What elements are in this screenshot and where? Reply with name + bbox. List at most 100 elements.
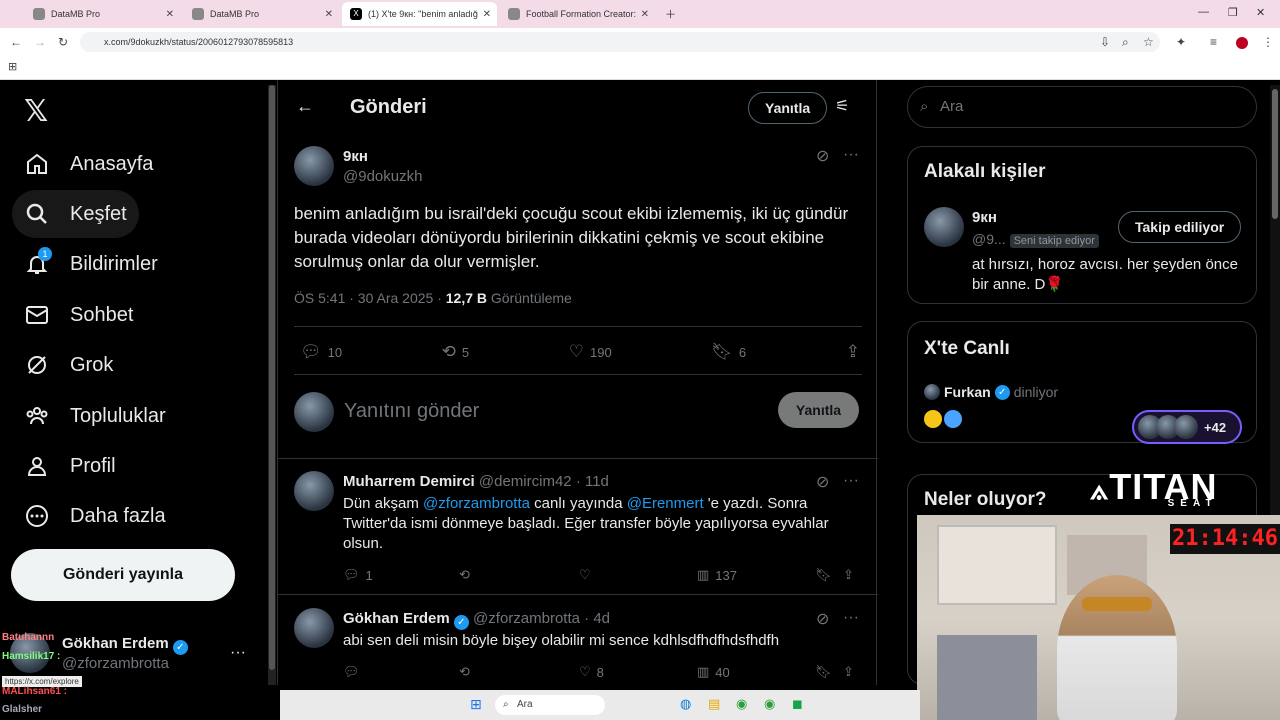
bookmark-icon[interactable]: 🔖︎ <box>815 664 832 680</box>
sidebar-item-profile[interactable]: Profil <box>12 442 128 490</box>
mention-link[interactable]: @Erenmert <box>627 495 704 512</box>
back-arrow-icon[interactable]: ← <box>10 35 22 49</box>
window-close-icon[interactable]: ✕ <box>1256 6 1265 19</box>
following-button[interactable]: Takip ediliyor <box>1118 211 1242 243</box>
like-action[interactable]: ♡ 8 <box>579 664 604 680</box>
sidebar-item-communities[interactable]: Topluluklar <box>12 392 178 440</box>
share-icon[interactable]: ⇪ <box>843 664 854 680</box>
sidebar-item-notifications[interactable]: 1 Bildirimler <box>12 240 170 288</box>
folder-icon[interactable]: ▤ <box>708 696 720 712</box>
reply-header-button[interactable]: Yanıtla <box>748 92 828 124</box>
profile-avatar[interactable] <box>1236 37 1248 49</box>
zoom-icon[interactable]: ⌕ <box>1122 35 1129 50</box>
chrome-icon[interactable]: ◉ <box>736 696 747 712</box>
x-logo-icon[interactable]: 𝕏 <box>24 94 48 129</box>
chrome-profile-icon[interactable]: ◉ <box>764 696 775 712</box>
like-action[interactable]: ♡ 190 <box>569 342 612 362</box>
more-dots-icon[interactable]: ··· <box>843 609 859 627</box>
live-listeners[interactable]: +42 <box>1132 410 1242 444</box>
bookmark-icon[interactable]: 🔖︎ <box>815 567 832 583</box>
sidebar-item-home[interactable]: Anasayfa <box>12 140 165 188</box>
minimize-icon[interactable]: — <box>1198 6 1209 18</box>
browser-tab[interactable]: DataMB Pro ✕ <box>25 2 180 26</box>
reply-action[interactable]: 💬︎ 1 <box>343 567 373 583</box>
reload-icon[interactable]: ↻ <box>58 35 68 49</box>
media-icon[interactable]: ≡ <box>1210 35 1217 49</box>
grok-icon[interactable]: ⊘ <box>816 609 829 629</box>
reaction-dot <box>924 410 942 428</box>
sidebar-item-more[interactable]: Daha fazla <box>12 492 178 540</box>
avatar[interactable] <box>294 471 334 511</box>
card-title: Neler oluyor? <box>924 489 1047 510</box>
edge-icon[interactable]: ◍ <box>680 696 691 712</box>
bookmark-star-icon[interactable]: ☆ <box>1143 35 1154 49</box>
reply-author-name[interactable]: Muharrem Demirci <box>343 473 475 490</box>
address-bar[interactable]: x.com/9dokuzkh/status/200601279307859581… <box>80 32 1160 52</box>
user-name[interactable]: 9кн <box>972 209 997 226</box>
tweet-timestamp[interactable]: ÖS 5:41 · 30 Ara 2025 · <box>294 290 446 306</box>
apps-grid-icon[interactable]: ⊞ <box>8 60 17 73</box>
retweet-action[interactable]: ⟲ <box>459 664 470 680</box>
reply-author-handle[interactable]: @zforzambrotta <box>473 610 580 627</box>
grok-icon[interactable]: ⊘ <box>816 146 829 166</box>
browser-tab[interactable]: Football Formation Creator: Re ✕ <box>500 2 655 26</box>
back-arrow-icon[interactable]: ← <box>296 96 314 117</box>
taskbar-search[interactable]: ⌕ Ara <box>495 695 605 715</box>
reaction-dot <box>944 410 962 428</box>
reply-input[interactable]: Yanıtını gönder <box>344 400 479 423</box>
mention-link[interactable]: @zforzambrotta <box>423 495 530 512</box>
install-icon[interactable]: ⇩ <box>1100 35 1110 49</box>
views-action[interactable]: ▥ 40 <box>697 664 730 680</box>
more-icon <box>24 503 50 529</box>
sidebar-item-explore[interactable]: Keşfet <box>12 190 139 238</box>
bookmark-action[interactable]: 🔖︎ 6 <box>711 342 746 362</box>
browser-menu-icon[interactable]: ⋮ <box>1262 35 1274 49</box>
retweet-action[interactable]: ⟲ 5 <box>442 342 469 362</box>
browser-tab[interactable]: DataMB Pro ✕ <box>184 2 339 26</box>
tweet-author-handle[interactable]: @9dokuzkh <box>343 168 422 185</box>
grok-icon[interactable]: ⊘ <box>816 472 829 492</box>
communities-icon <box>24 403 50 429</box>
app-icon[interactable]: ◼ <box>792 696 803 712</box>
sidebar-scrollbar[interactable] <box>268 85 276 685</box>
tab-close-icon[interactable]: ✕ <box>166 9 174 20</box>
share-icon[interactable]: ⇪ <box>843 567 854 583</box>
live-host[interactable]: Furkan ✓ dinliyor <box>924 384 1058 400</box>
filter-icon[interactable]: ⚟ <box>835 96 849 116</box>
tab-close-icon[interactable]: ✕ <box>483 9 491 20</box>
browser-tab-active[interactable]: X (1) X'te 9кн: "benim anladığım ✕ <box>342 2 497 26</box>
retweet-action[interactable]: ⟲ <box>459 567 470 583</box>
more-dots-icon[interactable]: ··· <box>843 472 859 490</box>
tweet-author-name[interactable]: 9кн <box>343 148 368 165</box>
verified-icon: ✓ <box>453 615 469 630</box>
new-tab-icon[interactable]: ＋ <box>665 6 676 22</box>
tab-close-icon[interactable]: ✕ <box>325 9 333 20</box>
maximize-icon[interactable]: ❐ <box>1228 6 1238 19</box>
like-action[interactable]: ♡ <box>579 567 591 583</box>
reply-action[interactable]: 💬︎ 10 <box>300 342 342 362</box>
more-dots-icon[interactable]: ··· <box>230 644 246 662</box>
avatar[interactable] <box>924 207 964 247</box>
forward-arrow-icon[interactable]: → <box>34 35 46 49</box>
windows-start-icon[interactable]: ⊞ <box>470 696 482 713</box>
tweet-text: benim anladığım bu israil'deki çocuğu sc… <box>294 204 849 271</box>
sidebar-item-messages[interactable]: Sohbet <box>12 291 145 339</box>
avatar <box>294 392 334 432</box>
reply-action[interactable]: 💬︎ <box>343 664 360 680</box>
reply-submit-button[interactable]: Yanıtla <box>778 392 859 428</box>
views-action[interactable]: ▥ 137 <box>697 567 737 583</box>
tab-close-icon[interactable]: ✕ <box>641 9 649 20</box>
reply-author-name[interactable]: Gökhan Erdem <box>343 610 450 627</box>
avatar[interactable] <box>294 146 334 186</box>
reply-time[interactable]: · 4d <box>584 610 610 627</box>
more-dots-icon[interactable]: ··· <box>843 146 859 164</box>
extensions-icon[interactable]: ✦ <box>1176 35 1186 49</box>
sidebar-item-grok[interactable]: Grok <box>12 341 125 389</box>
search-input[interactable]: ⌕ Ara <box>907 86 1257 128</box>
post-button[interactable]: Gönderi yayınla <box>11 549 235 601</box>
share-icon[interactable]: ⇪ <box>846 342 860 362</box>
avatar[interactable] <box>294 608 334 648</box>
reply-time[interactable]: · 11d <box>576 473 609 490</box>
taskview-icon[interactable]: ▣ <box>650 696 662 712</box>
reply-author-handle[interactable]: @demircim42 <box>479 473 572 490</box>
